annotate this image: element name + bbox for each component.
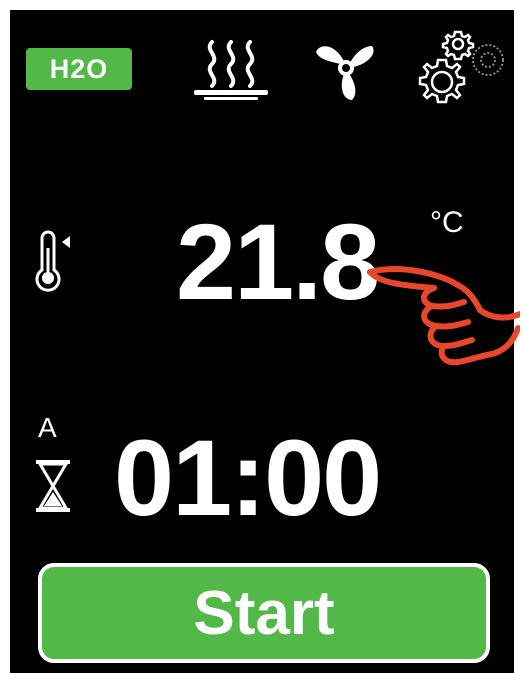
settings-gears-icon[interactable] <box>414 26 508 108</box>
fan-icon[interactable] <box>310 32 382 104</box>
timer-value[interactable]: 01:00 <box>114 418 494 538</box>
start-button[interactable]: Start <box>38 563 490 663</box>
h2o-badge[interactable]: H2O <box>26 48 132 90</box>
steam-icon[interactable] <box>190 36 272 102</box>
temperature-unit: °C <box>430 206 464 239</box>
thermometer-icon <box>30 230 74 294</box>
timer-mode-label: A <box>38 412 57 443</box>
device-screen: H2O 21.8 °C A 01:00 Start <box>10 10 523 673</box>
pointing-hand-icon <box>360 258 523 393</box>
hourglass-icon <box>32 458 74 514</box>
